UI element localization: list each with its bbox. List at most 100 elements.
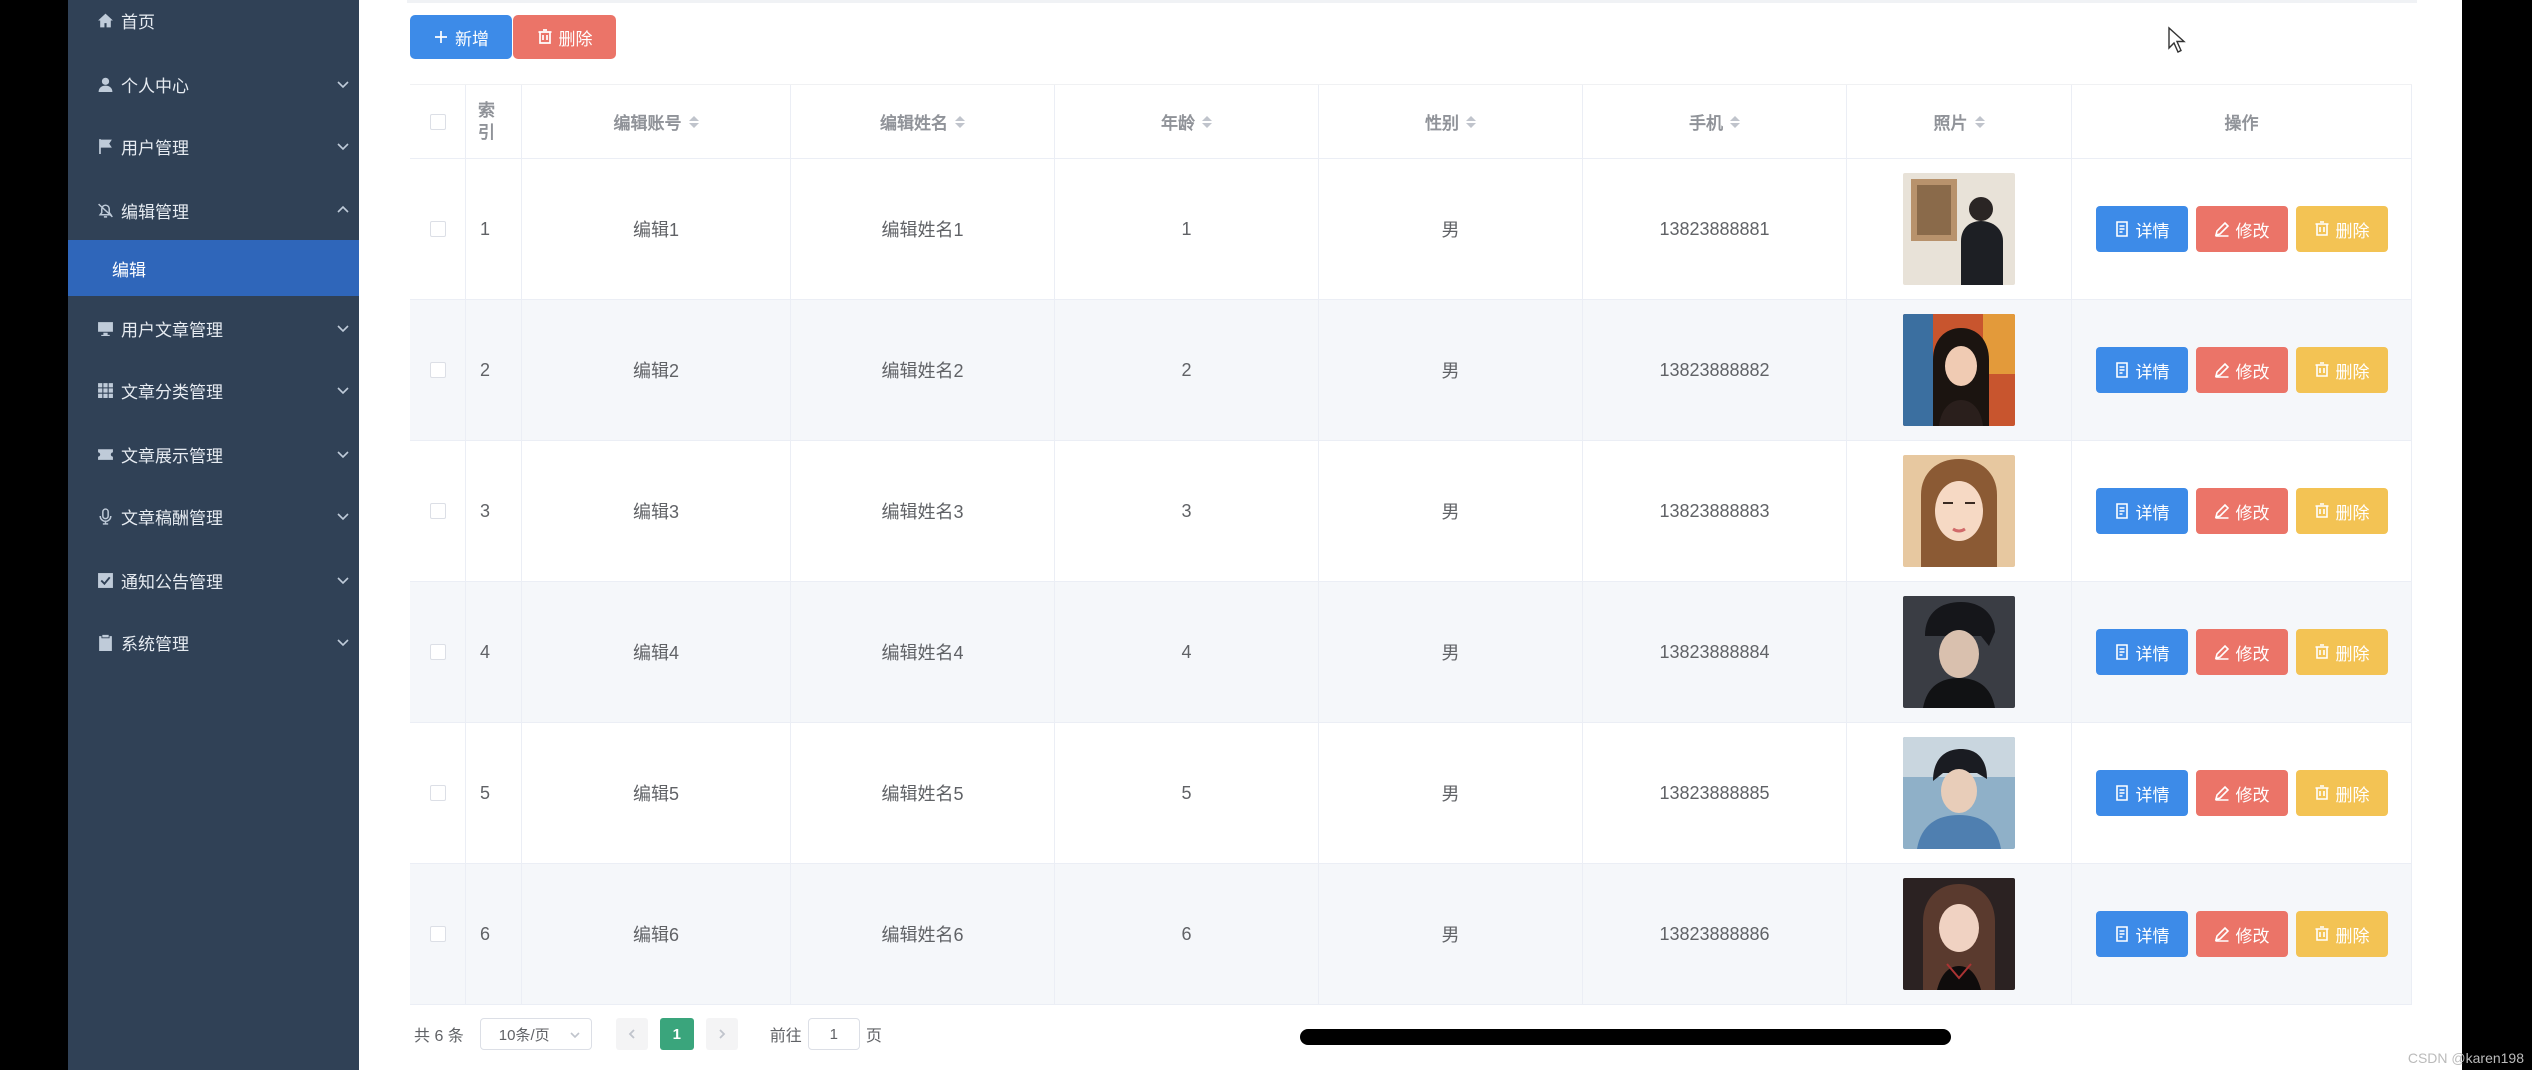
sidebar-subitem-editor[interactable]: 编辑 <box>68 240 359 296</box>
edit-button[interactable]: 修改 <box>2195 770 2288 816</box>
horizontal-scrollbar[interactable] <box>1300 1029 1951 1045</box>
goto-suffix: 页 <box>865 1028 882 1045</box>
sort-icon[interactable] <box>955 115 965 128</box>
row-checkbox[interactable] <box>429 362 446 378</box>
header-phone[interactable]: 手机 <box>1583 85 1847 158</box>
document-icon <box>2115 362 2128 378</box>
delete-button[interactable]: 删除 <box>2295 347 2388 393</box>
chevron-down-icon <box>335 138 351 154</box>
cell-age: 5 <box>1055 723 1319 863</box>
sidebar: 首页 个人中心 用户管理 编辑管理 编辑 用户文章管理 文章分类管理 文章展示管… <box>68 0 359 1070</box>
avatar <box>1903 173 2015 285</box>
edit-button[interactable]: 修改 <box>2195 488 2288 534</box>
cell-photo <box>1847 723 2072 863</box>
cell-age: 3 <box>1055 441 1319 581</box>
row-checkbox[interactable] <box>429 503 446 519</box>
sidebar-item-user-article-management[interactable]: 用户文章管理 <box>68 298 359 358</box>
sort-icon[interactable] <box>1466 115 1476 128</box>
table-row: 4 编辑4 编辑姓名4 4 男 13823888884 详情 修改 删除 <box>410 582 2412 723</box>
sort-icon[interactable] <box>688 115 699 128</box>
cell-account: 编辑2 <box>522 300 791 440</box>
edit-icon <box>2214 362 2229 378</box>
sidebar-item-label: 首页 <box>121 12 155 32</box>
sidebar-item-personal-center[interactable]: 个人中心 <box>68 54 359 114</box>
table-row: 1 编辑1 编辑姓名1 1 男 13823888881 详情 修改 删除 <box>410 159 2412 300</box>
sidebar-item-article-category-management[interactable]: 文章分类管理 <box>68 360 359 420</box>
chevron-down-icon <box>335 320 351 336</box>
row-checkbox[interactable] <box>429 926 446 942</box>
cell-actions: 详情 修改 删除 <box>2072 159 2412 299</box>
sidebar-item-label: 用户管理 <box>121 138 189 158</box>
sidebar-item-editor-management[interactable]: 编辑管理 <box>68 180 359 240</box>
prev-page-button[interactable] <box>615 1018 648 1050</box>
delete-button[interactable]: 删除 <box>2295 770 2388 816</box>
select-all-checkbox[interactable] <box>429 113 446 130</box>
cell-gender: 男 <box>1319 864 1583 1004</box>
batch-delete-button[interactable]: 删除 <box>513 15 616 59</box>
header-name[interactable]: 编辑姓名 <box>791 85 1055 158</box>
sort-icon[interactable] <box>1974 115 1985 128</box>
cell-name: 编辑姓名2 <box>791 300 1055 440</box>
cell-photo <box>1847 441 2072 581</box>
row-checkbox[interactable] <box>429 785 446 801</box>
header-index: 索引 <box>466 85 522 158</box>
header-photo[interactable]: 照片 <box>1847 85 2072 158</box>
sidebar-item-user-management[interactable]: 用户管理 <box>68 116 359 176</box>
cell-gender: 男 <box>1319 300 1583 440</box>
delete-button[interactable]: 删除 <box>2295 206 2388 252</box>
detail-button[interactable]: 详情 <box>2095 770 2188 816</box>
row-checkbox[interactable] <box>429 644 446 660</box>
cell-photo <box>1847 864 2072 1004</box>
trash-icon <box>538 29 551 44</box>
next-page-button[interactable] <box>705 1018 738 1050</box>
add-button[interactable]: 新增 <box>410 15 512 59</box>
delete-button[interactable]: 删除 <box>2295 488 2388 534</box>
document-icon <box>2115 221 2128 237</box>
edit-button[interactable]: 修改 <box>2195 347 2288 393</box>
detail-button[interactable]: 详情 <box>2095 488 2188 534</box>
chevron-down-icon <box>335 634 351 650</box>
delete-button[interactable]: 删除 <box>2295 911 2388 957</box>
goto-page-input[interactable] <box>807 1018 860 1050</box>
detail-button[interactable]: 详情 <box>2095 206 2188 252</box>
add-button-label: 新增 <box>455 29 489 49</box>
chevron-left-icon <box>628 1029 635 1039</box>
checkbox-icon <box>95 570 115 590</box>
edit-button[interactable]: 修改 <box>2195 629 2288 675</box>
cell-gender: 男 <box>1319 582 1583 722</box>
sidebar-item-notice-management[interactable]: 通知公告管理 <box>68 550 359 610</box>
cell-photo <box>1847 582 2072 722</box>
edit-button[interactable]: 修改 <box>2195 911 2288 957</box>
cell-phone: 13823888884 <box>1583 582 1847 722</box>
chevron-down-icon <box>335 508 351 524</box>
sidebar-item-article-payment-management[interactable]: 文章稿酬管理 <box>68 486 359 546</box>
detail-button[interactable]: 详情 <box>2095 629 2188 675</box>
sidebar-item-system-management[interactable]: 系统管理 <box>68 612 359 672</box>
page-size-select[interactable]: 10条/页 <box>479 1018 592 1050</box>
row-checkbox[interactable] <box>429 221 446 237</box>
sort-icon[interactable] <box>1202 115 1212 128</box>
detail-button[interactable]: 详情 <box>2095 911 2188 957</box>
document-icon <box>2115 785 2128 801</box>
flag-icon <box>95 136 115 156</box>
sidebar-item-label: 文章分类管理 <box>121 382 223 402</box>
delete-button[interactable]: 删除 <box>2295 629 2388 675</box>
cell-account: 编辑6 <box>522 864 791 1004</box>
header-account[interactable]: 编辑账号 <box>522 85 791 158</box>
sidebar-item-home[interactable]: 首页 <box>68 0 359 50</box>
sidebar-item-article-display-management[interactable]: 文章展示管理 <box>68 424 359 484</box>
header-gender[interactable]: 性别 <box>1319 85 1583 158</box>
cell-phone: 13823888885 <box>1583 723 1847 863</box>
chevron-down-icon <box>335 382 351 398</box>
header-actions: 操作 <box>2072 85 2412 158</box>
chevron-down-icon <box>335 572 351 588</box>
page-number-current[interactable]: 1 <box>659 1018 694 1050</box>
cell-actions: 详情 修改 删除 <box>2072 864 2412 1004</box>
trash-icon <box>2315 362 2328 377</box>
header-age[interactable]: 年龄 <box>1055 85 1319 158</box>
chevron-down-icon <box>335 446 351 462</box>
detail-button[interactable]: 详情 <box>2095 347 2188 393</box>
cell-name: 编辑姓名4 <box>791 582 1055 722</box>
edit-button[interactable]: 修改 <box>2195 206 2288 252</box>
sort-icon[interactable] <box>1730 115 1740 128</box>
